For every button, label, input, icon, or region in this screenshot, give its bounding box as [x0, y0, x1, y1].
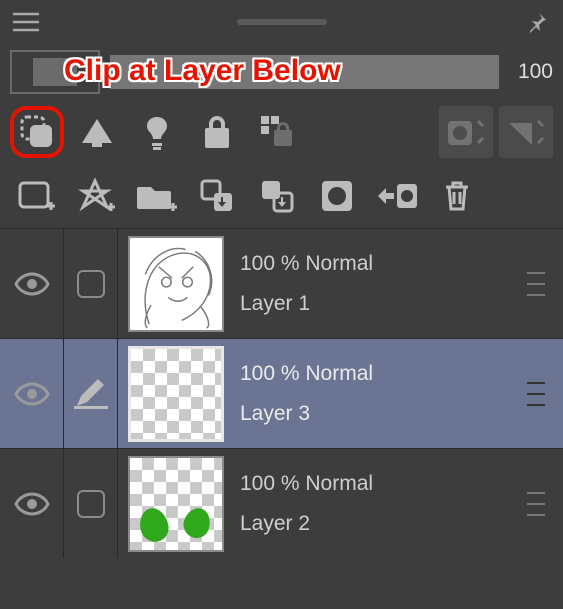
new-vector-layer-icon — [77, 177, 117, 215]
create-layer-mask-icon — [319, 178, 355, 214]
edit-target-toggle[interactable] — [64, 339, 118, 448]
merge-with-lower-layer-icon — [258, 177, 296, 215]
delete-layer-icon — [441, 178, 473, 214]
enable-mask-icon — [446, 115, 486, 149]
new-folder-icon — [136, 179, 178, 213]
layer-row[interactable]: 100 % Normal Layer 1 — [0, 228, 563, 338]
drag-handle[interactable] — [237, 19, 327, 25]
eye-icon — [14, 382, 50, 406]
edit-target-toggle[interactable] — [64, 229, 118, 338]
pin-icon — [525, 10, 549, 34]
delete-layer-button[interactable] — [430, 170, 484, 222]
layer-options-button[interactable] — [509, 449, 563, 558]
more-icon — [524, 382, 548, 406]
new-vector-layer-button[interactable] — [70, 170, 124, 222]
new-folder-button[interactable] — [130, 170, 184, 222]
pin-button[interactable] — [521, 6, 553, 38]
layer-name-label: Layer 3 — [240, 402, 509, 426]
lock-layer-button[interactable] — [190, 106, 244, 158]
layer-row[interactable]: 100 % Normal Layer 2 — [0, 448, 563, 558]
set-as-draft-layer-icon — [140, 113, 174, 151]
layer-blend-label: 100 % Normal — [240, 362, 509, 386]
opacity-track — [110, 55, 499, 89]
apply-mask-button[interactable] — [499, 106, 553, 158]
blending-mode-button[interactable] — [10, 50, 100, 94]
apply-mask-to-layer-icon — [375, 179, 419, 213]
more-icon — [524, 272, 548, 296]
layer-options-button[interactable] — [509, 339, 563, 448]
layer-name-label: Layer 2 — [240, 512, 509, 536]
layer-options-button[interactable] — [509, 229, 563, 338]
visibility-toggle[interactable] — [0, 229, 64, 338]
sketch-thumbnail-icon — [130, 238, 222, 330]
layer-thumbnail[interactable] — [128, 346, 224, 442]
enable-mask-button[interactable] — [439, 106, 493, 158]
layer-row[interactable]: 100 % Normal Layer 3 — [0, 338, 563, 448]
eye-icon — [14, 492, 50, 516]
opacity-slider[interactable] — [110, 50, 499, 94]
pencil-icon — [74, 379, 108, 409]
new-raster-layer-button[interactable] — [10, 170, 64, 222]
transfer-to-lower-layer-button[interactable] — [190, 170, 244, 222]
new-raster-layer-icon — [17, 178, 57, 214]
edit-target-toggle[interactable] — [64, 449, 118, 558]
transfer-to-lower-layer-icon — [198, 177, 236, 215]
set-as-reference-layer-icon — [78, 113, 116, 151]
lock-transparent-pixels-button[interactable] — [250, 106, 304, 158]
apply-mask-icon — [506, 115, 546, 149]
clip-at-layer-below-icon — [18, 113, 56, 151]
layer-blend-label: 100 % Normal — [240, 252, 509, 276]
visibility-toggle[interactable] — [0, 449, 64, 558]
lock-icon — [201, 114, 233, 150]
opacity-value: 100 — [509, 60, 553, 84]
layer-thumbnail[interactable] — [128, 456, 224, 552]
merge-with-lower-layer-button[interactable] — [250, 170, 304, 222]
menu-button[interactable] — [10, 6, 42, 38]
menu-icon — [13, 12, 39, 32]
paint-blob-icon — [137, 505, 171, 544]
lock-transparent-pixels-icon — [259, 114, 295, 150]
eye-icon — [14, 272, 50, 296]
create-layer-mask-button[interactable] — [310, 170, 364, 222]
checkbox-icon — [77, 490, 105, 518]
paint-blob-icon — [180, 504, 214, 541]
layer-blend-label: 100 % Normal — [240, 472, 509, 496]
opacity-fill — [110, 55, 499, 89]
set-as-reference-layer-button[interactable] — [70, 106, 124, 158]
apply-mask-to-layer-button[interactable] — [370, 170, 424, 222]
layer-thumbnail[interactable] — [128, 236, 224, 332]
set-as-draft-layer-button[interactable] — [130, 106, 184, 158]
visibility-toggle[interactable] — [0, 339, 64, 448]
clip-at-layer-below-button[interactable] — [10, 106, 64, 158]
checkbox-icon — [77, 270, 105, 298]
more-icon — [524, 492, 548, 516]
layer-name-label: Layer 1 — [240, 292, 509, 316]
blending-mode-icon — [33, 58, 77, 86]
layer-list: 100 % Normal Layer 1 100 % Normal Layer … — [0, 228, 563, 558]
